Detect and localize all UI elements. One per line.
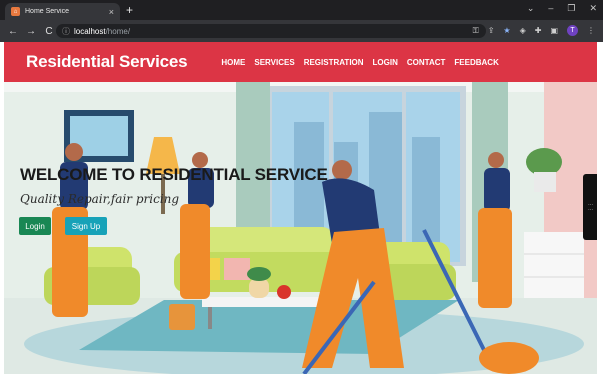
- tab-title: Home Service: [25, 8, 69, 15]
- back-button[interactable]: ←: [8, 26, 18, 37]
- hero-title: WELCOME TO RESIDENTIAL SERVICE: [20, 165, 328, 184]
- key-icon[interactable]: ⚿: [473, 26, 479, 36]
- signup-button[interactable]: Sign Up: [65, 217, 107, 235]
- nav-link-login[interactable]: LOGIN: [373, 58, 398, 67]
- site-info-icon[interactable]: ⓘ: [62, 26, 70, 37]
- browser-tab-bar: ⌂ Home Service × + ⌄ – ❐ ✕: [0, 0, 603, 20]
- nav-link-contact[interactable]: CONTACT: [407, 58, 446, 67]
- site-navbar: Residential Services HOME SERVICES REGIS…: [4, 42, 597, 82]
- bookmark-star-icon[interactable]: ★: [503, 26, 510, 35]
- share-icon[interactable]: ⇪: [488, 26, 495, 35]
- sidebar-icon[interactable]: ▣: [550, 26, 558, 35]
- window-controls: ⌄ – ❐ ✕: [527, 3, 597, 14]
- maximize-button[interactable]: ❐: [567, 3, 575, 14]
- hero-subtitle: Quality Repair,fair pricing: [20, 192, 180, 206]
- tab-close-icon[interactable]: ×: [109, 7, 114, 17]
- login-button[interactable]: Login: [19, 217, 51, 235]
- url-host: localhost: [74, 26, 106, 36]
- side-widget-tab[interactable]: ⋮⋮: [583, 174, 597, 240]
- nav-link-services[interactable]: SERVICES: [254, 58, 294, 67]
- minimize-button[interactable]: –: [548, 3, 553, 14]
- close-window-button[interactable]: ✕: [589, 3, 597, 14]
- nav-link-registration[interactable]: REGISTRATION: [304, 58, 364, 67]
- nav-menu: HOME SERVICES REGISTRATION LOGIN CONTACT…: [221, 58, 498, 67]
- extensions-area: ⚿ ⇪ ★ ◈ ✚ ▣ T ⋮: [473, 25, 595, 36]
- reload-button[interactable]: C: [44, 26, 54, 37]
- url-path: /home/: [105, 26, 131, 36]
- profile-avatar[interactable]: T: [567, 25, 578, 36]
- puzzle-icon[interactable]: ✚: [535, 26, 542, 35]
- hero-section: WELCOME TO RESIDENTIAL SERVICE Quality R…: [4, 82, 597, 374]
- site-brand[interactable]: Residential Services: [26, 52, 188, 72]
- new-tab-button[interactable]: +: [126, 3, 133, 17]
- menu-kebab-icon[interactable]: ⋮: [587, 26, 595, 35]
- nav-link-feedback[interactable]: FEEDBACK: [454, 58, 498, 67]
- address-bar[interactable]: ⓘ localhost /home/: [56, 24, 486, 38]
- nav-link-home[interactable]: HOME: [221, 58, 245, 67]
- browser-toolbar: ← → C ⓘ localhost /home/ ⚿ ⇪ ★ ◈ ✚ ▣ T ⋮: [0, 20, 603, 42]
- browser-tab[interactable]: ⌂ Home Service ×: [5, 3, 120, 20]
- site-favicon-icon: ⌂: [11, 7, 20, 16]
- extension-icon[interactable]: ◈: [520, 26, 526, 35]
- tab-search-icon[interactable]: ⌄: [527, 3, 535, 14]
- forward-button[interactable]: →: [26, 26, 36, 37]
